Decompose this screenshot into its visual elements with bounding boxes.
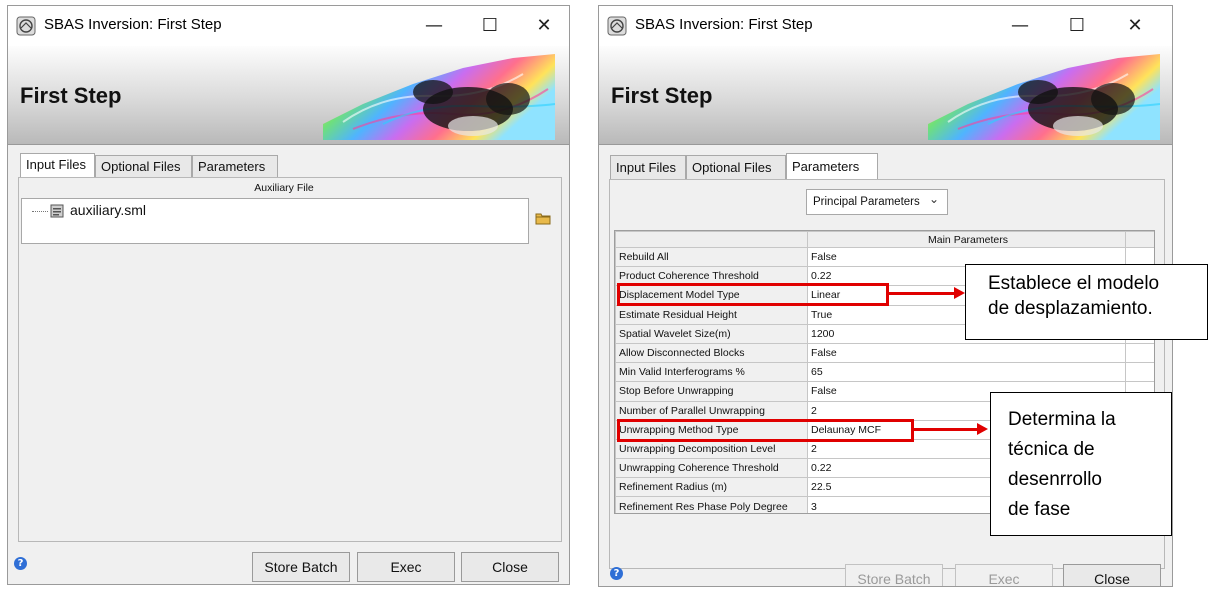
parameter-name: Number of Parallel Unwrapping	[615, 400, 808, 421]
dialog-header: First Step	[8, 46, 569, 145]
dropdown-value: Principal Parameters	[813, 196, 920, 208]
tab-bar: Input Files Optional Files Parameters	[610, 153, 910, 179]
exec-button[interactable]: Exec	[955, 564, 1053, 586]
callout-displacement-line1: Establece el modelo	[988, 273, 1160, 294]
title-bar[interactable]: SBAS Inversion: First Step — ☐ ✕	[8, 6, 569, 46]
file-icon	[50, 204, 64, 218]
left-dialog-window: SBAS Inversion: First Step — ☐ ✕ First S…	[7, 5, 570, 585]
parameter-name: Refinement Radius (m)	[615, 477, 808, 498]
tree-connector	[32, 211, 48, 212]
auxiliary-file-header: Auxiliary File	[254, 182, 314, 194]
highlight-unwrapping-method	[617, 419, 914, 442]
highlight-displacement-model	[617, 283, 889, 306]
store-batch-button[interactable]: Store Batch	[845, 564, 943, 586]
parameter-name: Unwrapping Coherence Threshold	[615, 458, 808, 479]
store-batch-button[interactable]: Store Batch	[252, 552, 350, 582]
callout-unwrapping-line1: Determina la	[1008, 409, 1116, 430]
input-files-panel: Auxiliary File auxiliary.sml	[18, 177, 562, 542]
arrow-unwrapping-head	[977, 423, 988, 435]
close-button[interactable]: Close	[1063, 564, 1161, 586]
arrow-displacement-head	[954, 287, 965, 299]
row-spacer	[1125, 362, 1154, 383]
callout-displacement-line2: de desplazamiento.	[988, 298, 1153, 319]
arrow-unwrapping-line	[914, 428, 978, 431]
parameter-name: Stop Before Unwrapping	[615, 381, 808, 402]
help-icon[interactable]: ?	[14, 557, 27, 570]
interferogram-banner-image	[928, 54, 1160, 140]
tab-input-files[interactable]: Input Files	[610, 155, 686, 179]
tab-parameters[interactable]: Parameters	[786, 153, 878, 179]
parameter-name: Unwrapping Decomposition Level	[615, 438, 808, 460]
callout-unwrapping-line2: técnica de	[1008, 439, 1095, 460]
annotation-callout-unwrapping: Determina la técnica de desenrrollo de f…	[990, 392, 1172, 536]
chevron-down-icon: ⌄	[929, 192, 940, 206]
table-header-main-parameters: Main Parameters	[807, 231, 1126, 248]
dialog-header: First Step	[599, 46, 1172, 145]
auxiliary-file-list[interactable]: auxiliary.sml	[21, 198, 529, 244]
table-row[interactable]: Min Valid Interferograms % 65	[615, 362, 1154, 383]
maximize-button[interactable]: ☐	[467, 6, 513, 46]
file-item-auxiliary[interactable]: auxiliary.sml	[70, 202, 146, 218]
tab-optional-files[interactable]: Optional Files	[95, 155, 192, 177]
help-icon[interactable]: ?	[610, 567, 623, 580]
parameter-value[interactable]: False	[807, 342, 1126, 364]
close-window-button[interactable]: ✕	[521, 6, 567, 46]
table-header-spacer	[1125, 231, 1154, 248]
tab-parameters[interactable]: Parameters	[192, 155, 278, 177]
minimize-button[interactable]: —	[411, 6, 457, 46]
close-button[interactable]: Close	[461, 552, 559, 582]
maximize-button[interactable]: ☐	[1054, 6, 1100, 46]
tab-input-files[interactable]: Input Files	[20, 153, 95, 177]
app-icon	[607, 16, 627, 36]
parameter-name: Rebuild All	[615, 246, 808, 268]
arrow-displacement-line	[889, 292, 955, 295]
row-spacer	[1125, 342, 1154, 364]
tab-optional-files[interactable]: Optional Files	[686, 155, 786, 179]
table-header-row: Main Parameters	[615, 231, 1154, 248]
callout-unwrapping-line3: desenrrollo	[1008, 469, 1102, 490]
close-window-button[interactable]: ✕	[1112, 6, 1158, 46]
window-title: SBAS Inversion: First Step	[635, 16, 813, 33]
minimize-button[interactable]: —	[997, 6, 1043, 46]
header-title: First Step	[20, 83, 122, 108]
parameter-value[interactable]: 65	[807, 362, 1126, 383]
header-title: First Step	[611, 83, 713, 108]
exec-button[interactable]: Exec	[357, 552, 455, 582]
parameter-name: Refinement Res Phase Poly Degree	[615, 496, 808, 513]
callout-unwrapping-line4: de fase	[1008, 499, 1071, 520]
table-row[interactable]: Allow Disconnected Blocks False	[615, 342, 1154, 364]
annotation-callout-displacement: Establece el modelo de desplazamiento.	[965, 264, 1208, 340]
tab-bar: Input Files Optional Files Parameters	[20, 153, 300, 177]
parameter-group-dropdown[interactable]: Principal Parameters ⌄	[806, 189, 948, 215]
parameter-name: Estimate Residual Height	[615, 304, 808, 325]
app-icon	[16, 16, 36, 36]
parameter-name: Allow Disconnected Blocks	[615, 342, 808, 364]
window-title: SBAS Inversion: First Step	[44, 16, 222, 33]
parameter-name: Min Valid Interferograms %	[615, 362, 808, 383]
title-bar[interactable]: SBAS Inversion: First Step — ☐ ✕	[599, 6, 1172, 46]
parameter-name: Spatial Wavelet Size(m)	[615, 323, 808, 344]
table-header-name	[615, 231, 808, 248]
open-folder-icon[interactable]	[535, 211, 551, 225]
interferogram-banner-image	[323, 54, 555, 140]
